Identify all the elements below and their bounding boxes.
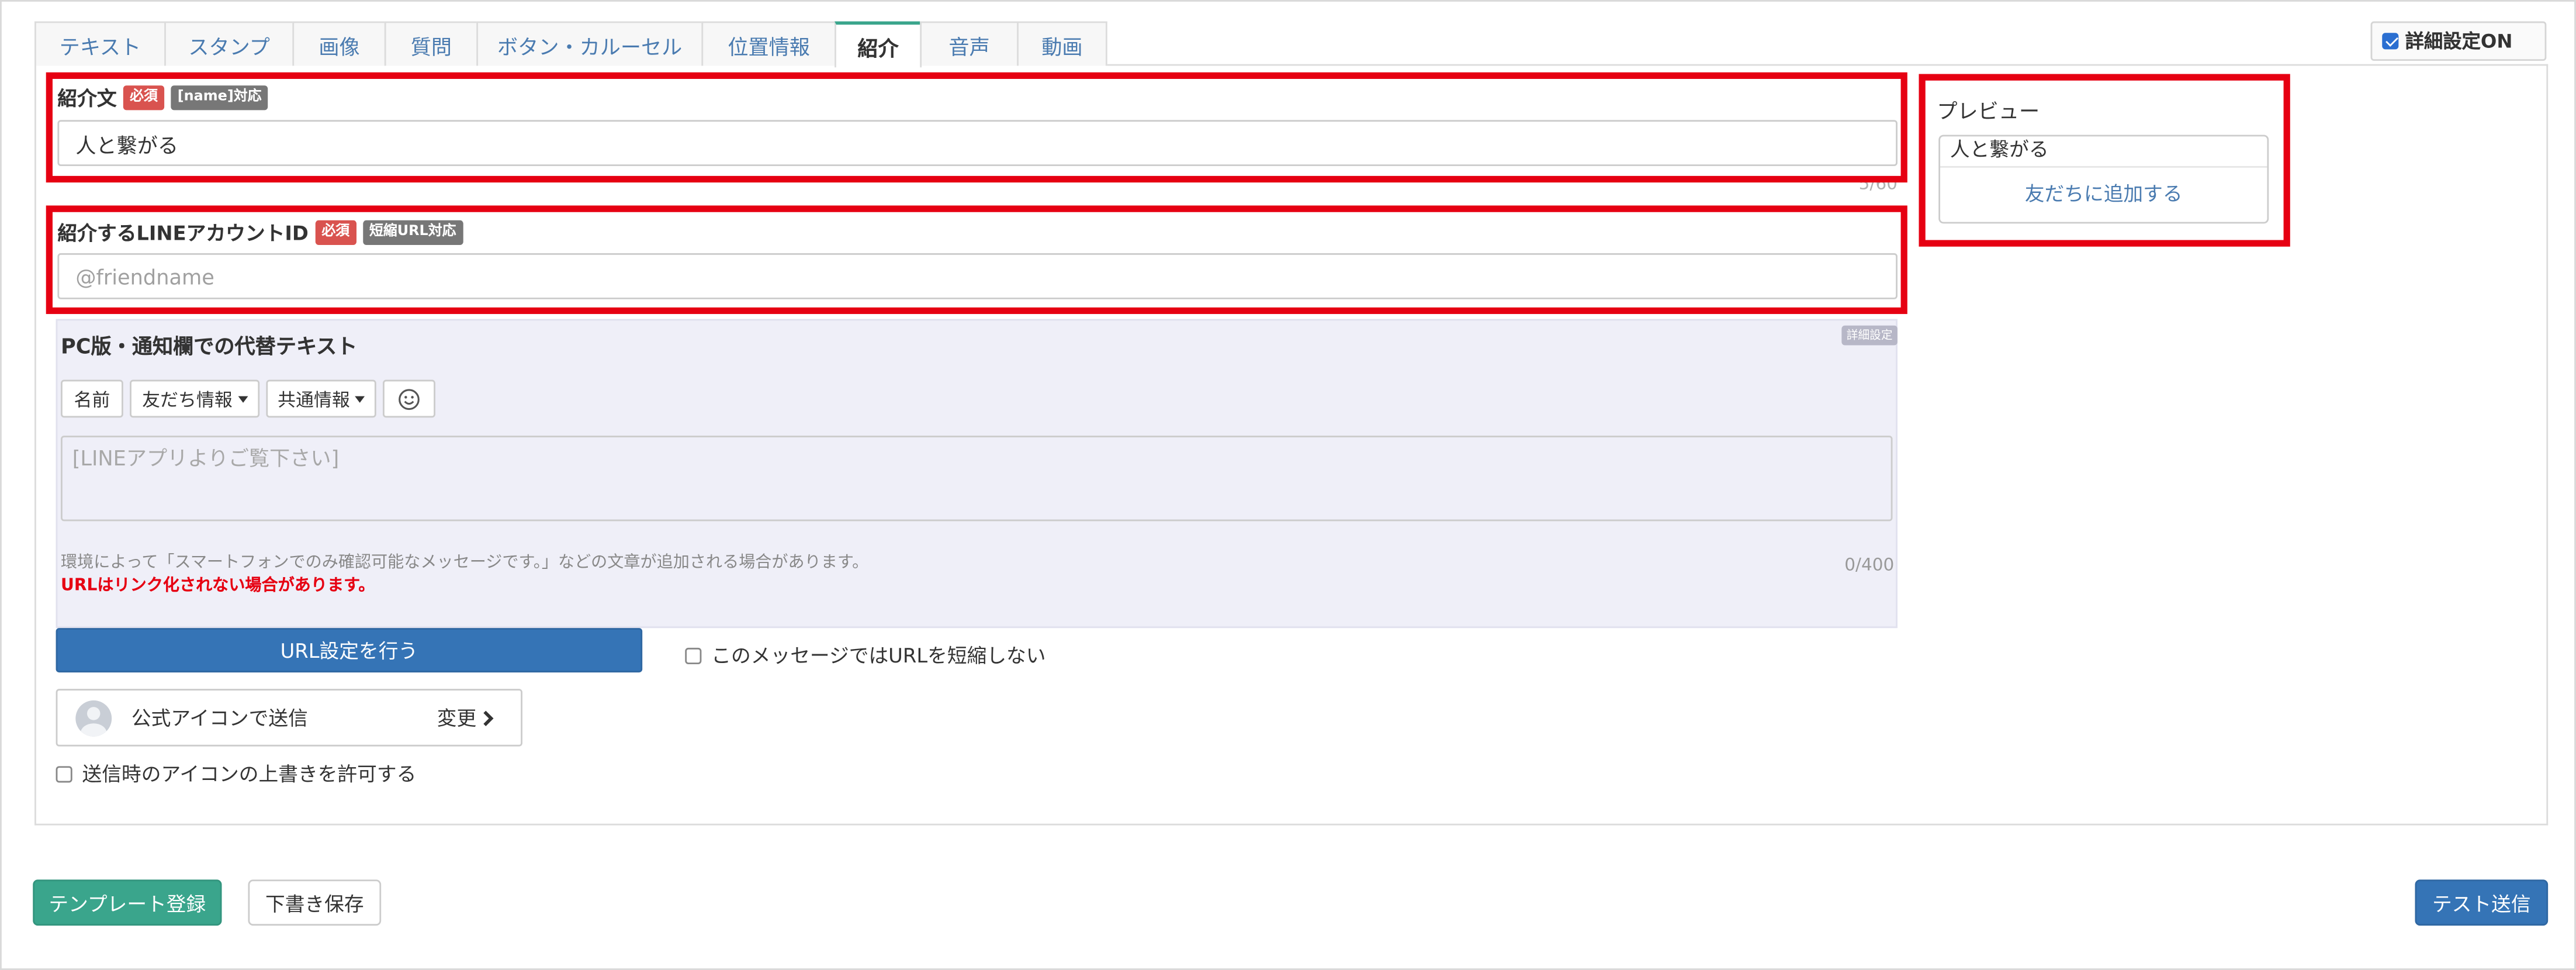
highlight-intro-field xyxy=(46,72,1907,183)
no-shorten-url-option[interactable]: このメッセージではURLを短縮しない xyxy=(685,641,1046,669)
allow-icon-override-label: 送信時のアイコンの上書きを許可する xyxy=(82,762,417,786)
tab-stamp[interactable]: スタンプ xyxy=(164,21,295,66)
allow-icon-override-option[interactable]: 送信時のアイコンの上書きを許可する xyxy=(56,760,417,788)
tab-video[interactable]: 動画 xyxy=(1017,21,1107,66)
tab-text[interactable]: テキスト xyxy=(34,21,166,66)
alt-text-char-counter: 0/400 xyxy=(1844,555,1895,576)
allow-icon-override-checkbox[interactable] xyxy=(56,765,72,782)
emoji-button[interactable] xyxy=(383,379,435,418)
detail-settings-toggle[interactable]: 詳細設定ON xyxy=(2370,21,2547,61)
alt-text-note: 環境によって「スマートフォンでのみ確認可能なメッセージです。」などの文章が追加さ… xyxy=(61,554,869,572)
url-settings-button[interactable]: URL設定を行う xyxy=(56,628,643,673)
highlight-account-field xyxy=(46,205,1907,315)
friend-info-dropdown[interactable]: 友だち情報 xyxy=(130,379,260,418)
alt-text-title: PC版・通知欄での代替テキスト xyxy=(61,333,358,358)
url-link-warning: URLはリンク化されない場合があります。 xyxy=(61,577,375,595)
tab-introduction[interactable]: 紹介 xyxy=(835,21,922,68)
save-draft-button[interactable]: 下書き保存 xyxy=(248,879,382,926)
avatar xyxy=(75,699,112,736)
sender-icon-card: 公式アイコンで送信 変更 xyxy=(56,689,522,747)
alt-text-textarea[interactable]: [LINEアプリよりご覧下さい] xyxy=(61,436,1893,522)
tab-image[interactable]: 画像 xyxy=(292,21,386,66)
detail-settings-label: 詳細設定ON xyxy=(2405,29,2513,53)
sender-icon-label: 公式アイコンで送信 xyxy=(131,707,308,730)
highlight-preview xyxy=(1919,74,2290,247)
chevron-down-icon xyxy=(355,395,365,402)
detail-settings-checkbox[interactable] xyxy=(2382,33,2399,50)
tab-question[interactable]: 質問 xyxy=(384,21,479,66)
no-shorten-url-label: このメッセージではURLを短縮しない xyxy=(711,644,1046,668)
no-shorten-url-checkbox[interactable] xyxy=(685,647,702,664)
chevron-right-icon xyxy=(483,710,494,726)
chevron-down-icon xyxy=(237,395,248,402)
tab-audio[interactable]: 音声 xyxy=(920,21,1019,66)
test-send-button[interactable]: テスト送信 xyxy=(2415,879,2549,926)
tab-location[interactable]: 位置情報 xyxy=(701,21,836,66)
tab-button-carousel[interactable]: ボタン・カルーセル xyxy=(476,21,704,66)
common-info-dropdown[interactable]: 共通情報 xyxy=(266,379,376,418)
insert-name-button[interactable]: 名前 xyxy=(61,379,123,418)
template-register-button[interactable]: テンプレート登録 xyxy=(33,879,222,926)
smiley-icon xyxy=(399,388,420,409)
detail-setting-tag: 詳細設定 xyxy=(1841,325,1898,346)
change-icon-button[interactable]: 変更 xyxy=(437,703,494,731)
